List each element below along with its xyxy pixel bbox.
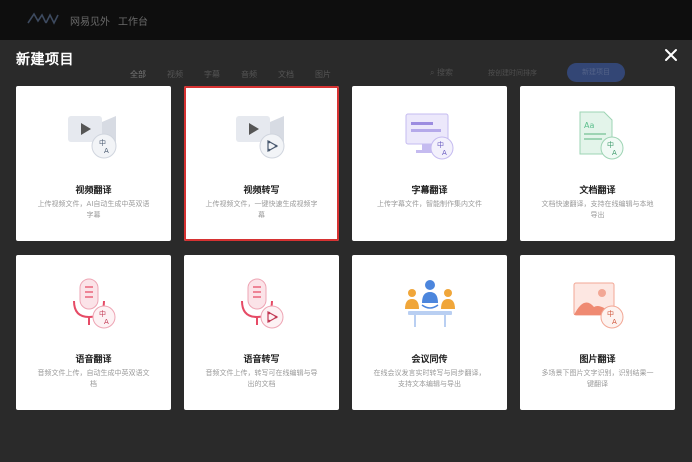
subtitle-translate-icon: 中 A <box>405 113 453 160</box>
bg-new-project-button: 新建项目 <box>567 63 625 82</box>
card-description: 在线会议发言实时转写与同步翻译，支持文本编辑与导出 <box>373 369 486 388</box>
app-title: 网易见外 工作台 <box>70 13 148 28</box>
svg-text:中: 中 <box>99 138 106 147</box>
card-document-translate[interactable]: Aa 中 A 文档翻译 文档快速翻译，支持在线编辑与本地导出 <box>520 86 675 241</box>
card-title: 视频转写 <box>243 186 280 196</box>
audio-translate-icon: 中 A <box>72 278 115 329</box>
bg-search: ⌕ 搜索 <box>430 68 454 77</box>
bg-tab-subtitle: 字幕 <box>204 70 220 79</box>
bg-sort: 按创建时间排序 <box>488 69 537 77</box>
svg-text:A: A <box>104 147 109 155</box>
bg-tab-document: 文档 <box>278 70 294 79</box>
background-tabs: 全部 视频 字幕 音频 文档 图片 <box>130 69 352 80</box>
close-icon[interactable] <box>662 46 680 64</box>
app-name: 网易见外 <box>70 17 110 28</box>
bg-tab-all: 全部 <box>130 70 146 79</box>
card-title: 语音转写 <box>243 355 280 365</box>
workspace-label: 工作台 <box>118 17 148 28</box>
card-description: 上传字幕文件，智能制作集内文件 <box>377 200 482 208</box>
card-video-translate[interactable]: 中 A 视频翻译 上传视频文件，AI自动生成中英双语字幕 <box>16 86 171 241</box>
video-translate-icon: 中 A <box>67 116 116 159</box>
bg-search-label: 搜索 <box>437 68 454 77</box>
document-translate-icon: Aa 中 A <box>579 111 623 160</box>
svg-text:中: 中 <box>99 309 106 318</box>
card-description: 音频文件上传，转写可在线编辑与导出的文档 <box>205 369 318 388</box>
audio-transcribe-icon <box>240 278 283 329</box>
card-description: 上传视频文件，一键快速生成视频字幕 <box>205 200 318 219</box>
card-title: 图片翻译 <box>579 355 616 365</box>
svg-text:A: A <box>612 149 617 157</box>
card-subtitle-translate[interactable]: 中 A 字幕翻译 上传字幕文件，智能制作集内文件 <box>352 86 507 241</box>
bg-tab-video: 视频 <box>167 70 183 79</box>
card-title: 文档翻译 <box>579 186 616 196</box>
card-description: 音频文件上传，自动生成中英双语文档 <box>37 369 150 388</box>
bg-tab-audio: 音频 <box>241 70 257 79</box>
svg-text:A: A <box>104 318 109 326</box>
card-title: 语音翻译 <box>75 355 112 365</box>
card-title: 视频翻译 <box>75 186 112 196</box>
card-title: 会议同传 <box>411 355 448 365</box>
card-description: 文档快速翻译，支持在线编辑与本地导出 <box>541 200 654 219</box>
card-audio-transcribe[interactable]: 语音转写 音频文件上传，转写可在线编辑与导出的文档 <box>184 255 339 410</box>
svg-text:中: 中 <box>607 140 614 149</box>
svg-text:Aa: Aa <box>584 121 594 130</box>
top-bar: 网易见外 工作台 <box>0 0 692 40</box>
card-video-transcribe[interactable]: 视频转写 上传视频文件，一键快速生成视频字幕 <box>184 86 339 241</box>
card-image-translate[interactable]: 中 A 图片翻译 多场景下图片文字识别，识别结果一键翻译 <box>520 255 675 410</box>
image-translate-icon: 中 A <box>573 282 623 329</box>
card-meeting-interpret[interactable]: 会议同传 在线会议发言实时转写与同步翻译，支持文本编辑与导出 <box>352 255 507 410</box>
card-audio-translate[interactable]: 中 A 语音翻译 音频文件上传，自动生成中英双语文档 <box>16 255 171 410</box>
bg-tab-image: 图片 <box>315 70 331 79</box>
video-transcribe-icon <box>235 116 284 159</box>
svg-text:中: 中 <box>607 309 614 318</box>
svg-text:A: A <box>442 149 447 157</box>
card-title: 字幕翻译 <box>411 186 448 196</box>
card-description: 上传视频文件，AI自动生成中英双语字幕 <box>37 200 150 219</box>
card-description: 多场景下图片文字识别，识别结果一键翻译 <box>541 369 654 388</box>
app-logo-icon <box>27 12 59 25</box>
meeting-interpret-icon <box>404 280 455 327</box>
svg-text:中: 中 <box>437 140 444 149</box>
svg-text:A: A <box>612 318 617 326</box>
modal-title: 新建项目 <box>16 52 74 68</box>
